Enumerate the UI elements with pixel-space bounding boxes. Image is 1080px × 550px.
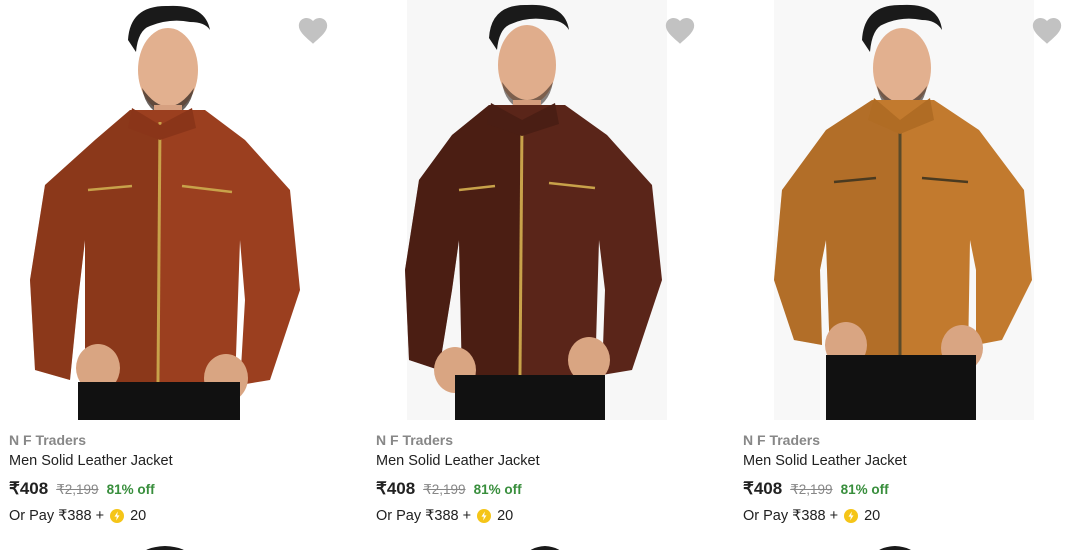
supercoin-offer: Or Pay ₹388 + 20 (376, 508, 513, 524)
price-row: ₹408 ₹2,199 81% off (9, 479, 155, 499)
supercoin-offer: Or Pay ₹388 + 20 (9, 508, 146, 524)
pay-text: Or Pay ₹388 + (743, 508, 839, 524)
wishlist-button[interactable] (663, 14, 697, 48)
product-title[interactable]: Men Solid Leather Jacket (743, 453, 907, 469)
wishlist-button[interactable] (1030, 14, 1064, 48)
product-title[interactable]: Men Solid Leather Jacket (376, 453, 540, 469)
product-image[interactable] (734, 0, 1080, 420)
product-image[interactable] (0, 0, 360, 420)
pay-text: Or Pay ₹388 + (9, 508, 105, 524)
supercoin-icon (844, 509, 859, 523)
supercoin-icon (110, 509, 125, 523)
coin-count: 20 (864, 508, 881, 524)
product-brand: N F Traders (376, 432, 454, 448)
discount-badge: 81% off (840, 482, 889, 497)
selling-price: ₹408 (376, 479, 416, 498)
product-card[interactable]: N F Traders Men Solid Leather Jacket ₹40… (0, 0, 360, 540)
discount-badge: 81% off (473, 482, 522, 497)
product-card[interactable]: N F Traders Men Solid Leather Jacket ₹40… (734, 0, 1080, 540)
next-row-image-peek (530, 546, 560, 550)
next-row-image-peek (879, 546, 911, 550)
product-brand: N F Traders (743, 432, 821, 448)
wishlist-button[interactable] (296, 14, 330, 48)
heart-icon (298, 17, 328, 44)
coin-count: 20 (497, 508, 514, 524)
product-grid: N F Traders Men Solid Leather Jacket ₹40… (0, 0, 1080, 550)
heart-icon (1032, 17, 1062, 44)
product-card[interactable]: N F Traders Men Solid Leather Jacket ₹40… (367, 0, 727, 540)
supercoin-icon (477, 509, 492, 523)
coin-count: 20 (130, 508, 147, 524)
original-price: ₹2,199 (790, 482, 833, 497)
price-row: ₹408 ₹2,199 81% off (376, 479, 522, 499)
product-title[interactable]: Men Solid Leather Jacket (9, 453, 173, 469)
supercoin-offer: Or Pay ₹388 + 20 (743, 508, 880, 524)
heart-icon (665, 17, 695, 44)
price-row: ₹408 ₹2,199 81% off (743, 479, 889, 499)
product-image[interactable] (367, 0, 727, 420)
selling-price: ₹408 (9, 479, 49, 498)
discount-badge: 81% off (106, 482, 155, 497)
original-price: ₹2,199 (56, 482, 99, 497)
next-row-image-peek (146, 546, 184, 550)
original-price: ₹2,199 (423, 482, 466, 497)
selling-price: ₹408 (743, 479, 783, 498)
product-brand: N F Traders (9, 432, 87, 448)
pay-text: Or Pay ₹388 + (376, 508, 472, 524)
